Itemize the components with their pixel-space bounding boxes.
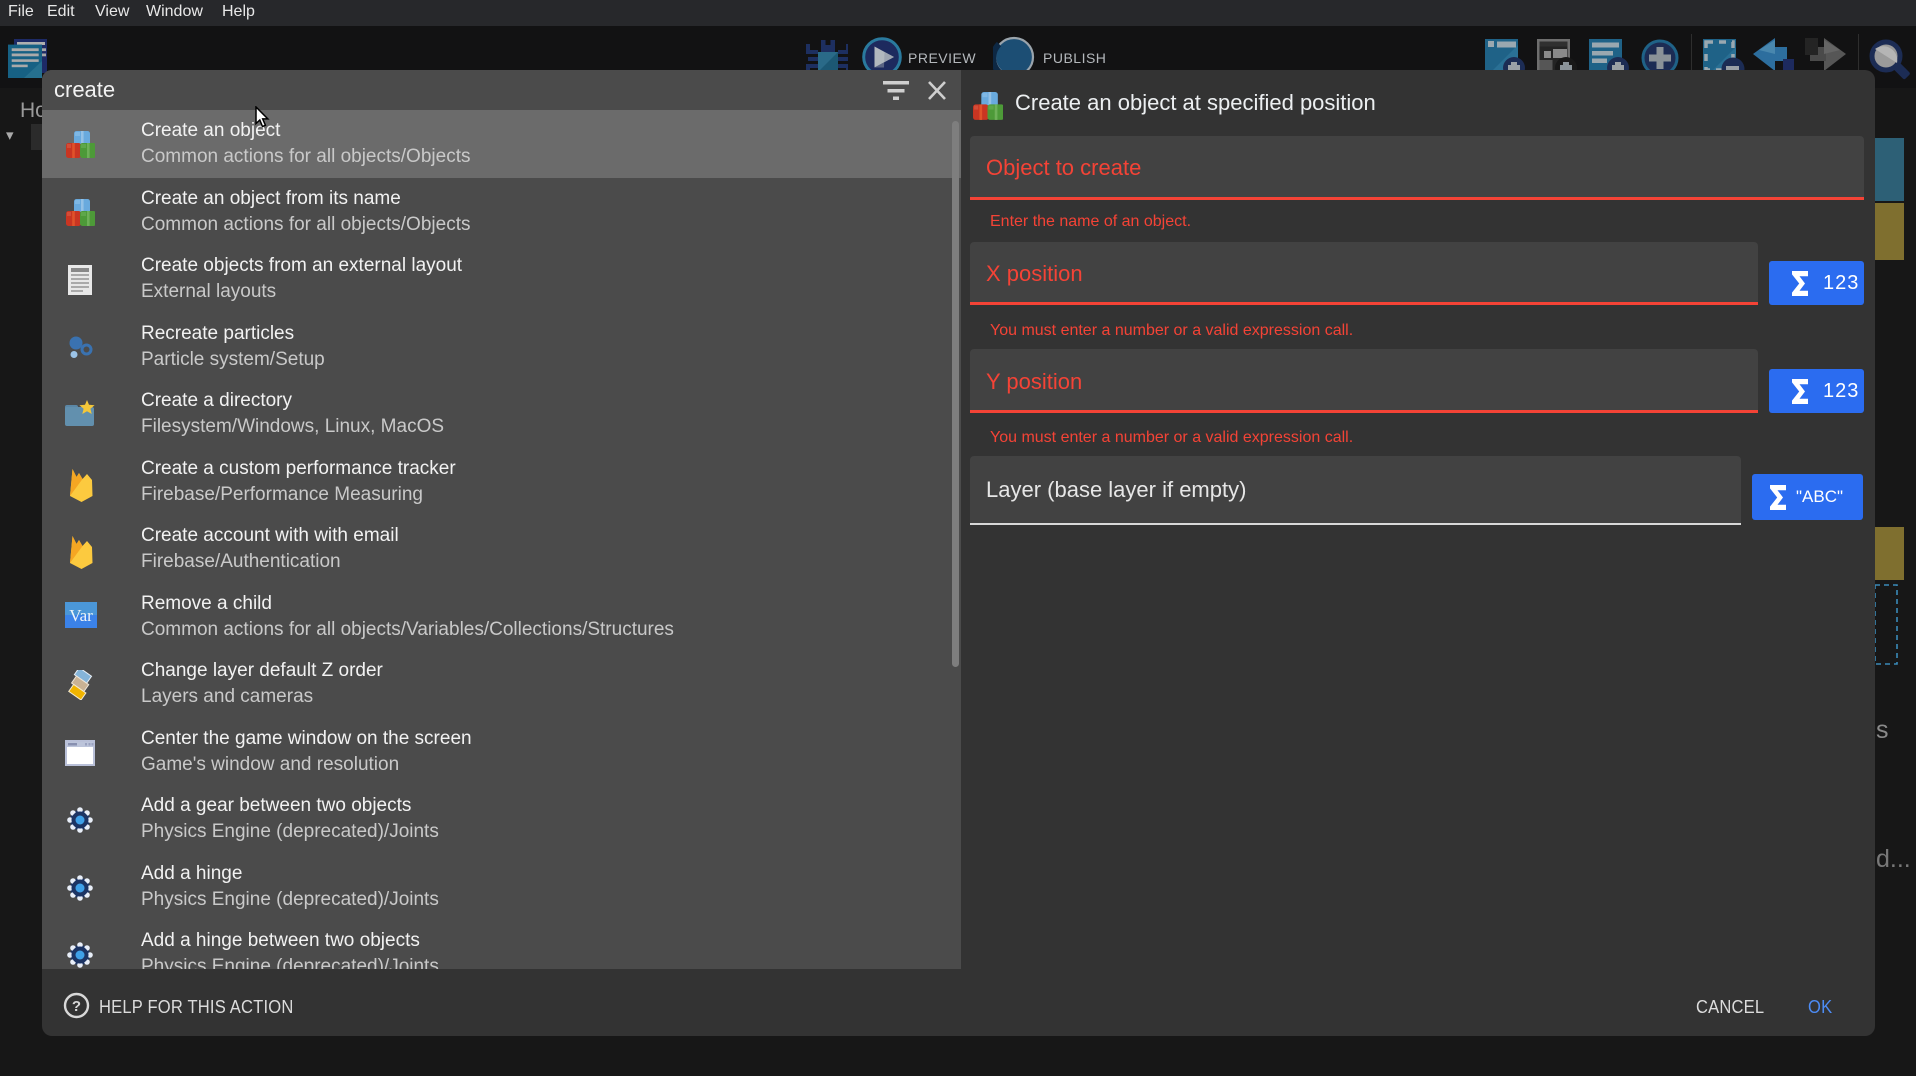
svg-text:Var: Var	[69, 606, 93, 625]
svg-text:?: ?	[72, 998, 81, 1015]
